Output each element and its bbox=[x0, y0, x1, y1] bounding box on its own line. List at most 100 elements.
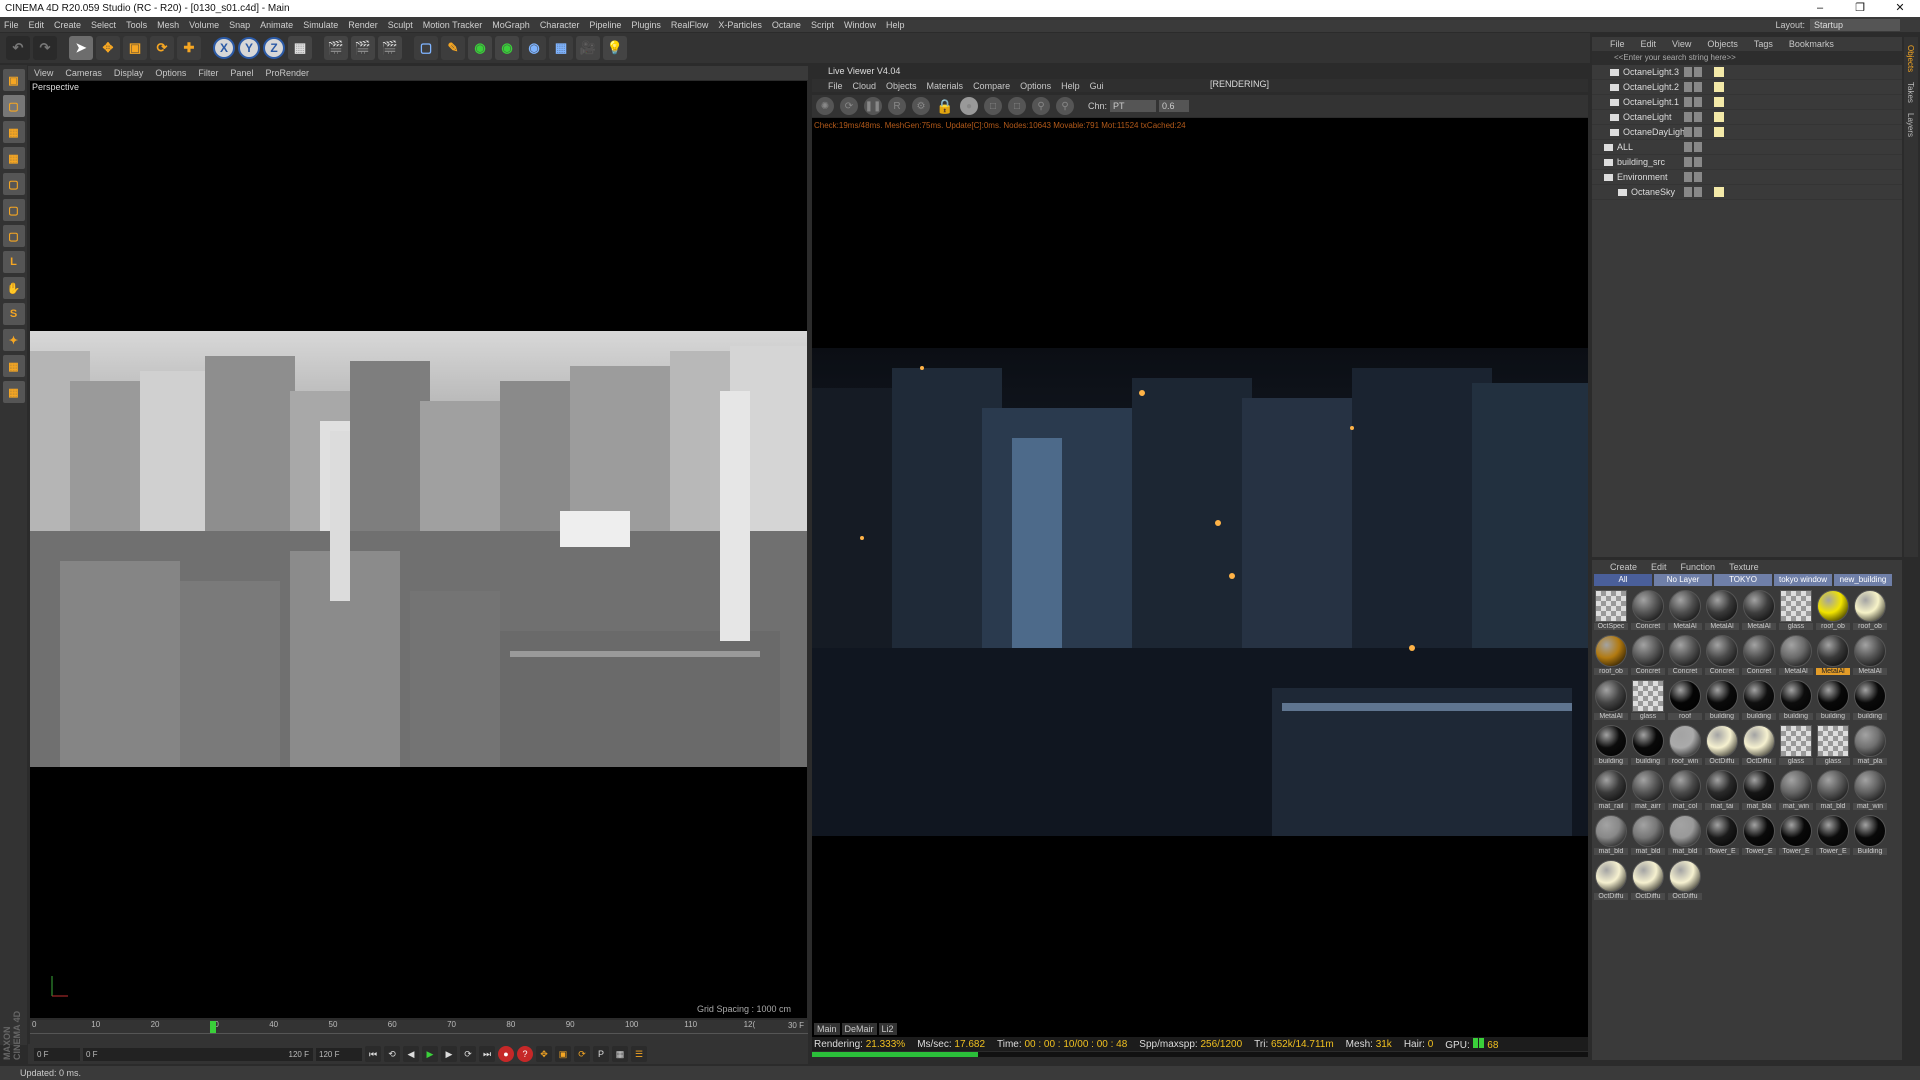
start-frame-field[interactable]: 0 F bbox=[34, 1047, 80, 1061]
viewport-menu-view[interactable]: View bbox=[34, 68, 53, 78]
autokey-icon[interactable]: ? bbox=[517, 1046, 533, 1062]
material-swatch[interactable]: mat_bld bbox=[1668, 815, 1702, 857]
material-swatch[interactable]: roof_win bbox=[1668, 725, 1702, 767]
lv-menu-compare[interactable]: Compare bbox=[973, 81, 1010, 91]
material-swatch[interactable]: mat_pla bbox=[1853, 725, 1887, 767]
side-tab-objects[interactable]: Objects bbox=[1904, 43, 1917, 74]
object-row[interactable]: OctaneLight bbox=[1592, 110, 1902, 125]
x-axis-lock-icon[interactable]: X bbox=[213, 37, 235, 59]
material-swatch[interactable]: mat_bla bbox=[1742, 770, 1776, 812]
object-row[interactable]: OctaneLight.2 bbox=[1592, 80, 1902, 95]
material-swatch[interactable]: glass bbox=[1779, 725, 1813, 767]
material-swatch[interactable]: mat_win bbox=[1853, 770, 1887, 812]
material-swatch[interactable]: MetalAl bbox=[1594, 680, 1628, 722]
material-swatch[interactable]: glass bbox=[1816, 725, 1850, 767]
material-swatch[interactable]: Tower_E bbox=[1779, 815, 1813, 857]
lock-workplane-icon[interactable]: ▦ bbox=[2, 355, 25, 377]
object-visibility-flags[interactable] bbox=[1684, 97, 1702, 107]
menu-edit[interactable]: Edit bbox=[29, 20, 45, 30]
material-swatch[interactable]: mat_col bbox=[1668, 770, 1702, 812]
material-swatch[interactable]: MetalAl bbox=[1816, 635, 1850, 677]
material-swatch[interactable]: MetalAl bbox=[1668, 590, 1702, 632]
sphere-preview-icon[interactable]: ● bbox=[960, 97, 978, 115]
viewport-menu-cameras[interactable]: Cameras bbox=[65, 68, 102, 78]
material-swatch[interactable]: mat_tai bbox=[1705, 770, 1739, 812]
film-region-icon[interactable]: □ bbox=[1008, 97, 1026, 115]
menu-simulate[interactable]: Simulate bbox=[303, 20, 338, 30]
object-row[interactable]: OctaneLight.1 bbox=[1592, 95, 1902, 110]
object-tag-icon[interactable] bbox=[1714, 112, 1724, 122]
play-icon[interactable]: ▶ bbox=[422, 1046, 438, 1062]
material-swatch[interactable]: OctDiffu bbox=[1705, 725, 1739, 767]
material-swatch[interactable]: building bbox=[1853, 680, 1887, 722]
menu-create[interactable]: Create bbox=[54, 20, 81, 30]
menu-help[interactable]: Help bbox=[886, 20, 905, 30]
om-menu-edit[interactable]: Edit bbox=[1641, 39, 1657, 49]
end-frame-field[interactable]: 120 F bbox=[316, 1047, 362, 1061]
scale-tool-icon[interactable]: ▣ bbox=[123, 36, 147, 60]
material-swatch[interactable]: OctDiffu bbox=[1594, 860, 1628, 902]
mm-tab-tokyo-window[interactable]: tokyo window bbox=[1774, 574, 1832, 586]
material-swatch[interactable]: Tower_E bbox=[1705, 815, 1739, 857]
render-settings-icon[interactable]: 🎬 bbox=[378, 36, 402, 60]
material-swatch[interactable]: MetalAl bbox=[1742, 590, 1776, 632]
menu-snap[interactable]: Snap bbox=[229, 20, 250, 30]
viewport-menu-panel[interactable]: Panel bbox=[230, 68, 253, 78]
material-swatch[interactable]: Building bbox=[1853, 815, 1887, 857]
go-to-end-icon[interactable]: ⏭ bbox=[479, 1046, 495, 1062]
object-row[interactable]: Environment bbox=[1592, 170, 1902, 185]
next-key-icon[interactable]: ⟳ bbox=[460, 1046, 476, 1062]
object-visibility-flags[interactable] bbox=[1684, 112, 1702, 122]
subdivision-surface-icon[interactable]: ◉ bbox=[468, 36, 492, 60]
next-frame-icon[interactable]: ▶ bbox=[441, 1046, 457, 1062]
timeline-ruler[interactable]: 010203040506070809010011012( 30 F bbox=[30, 1020, 808, 1044]
material-swatch[interactable]: Concret bbox=[1631, 635, 1665, 677]
render-view-icon[interactable]: 🎬 bbox=[324, 36, 348, 60]
close-button[interactable]: ✕ bbox=[1880, 0, 1920, 17]
menu-file[interactable]: File bbox=[4, 20, 19, 30]
send-scene-icon[interactable]: ✺ bbox=[816, 97, 834, 115]
texture-mode-icon[interactable]: ▦ bbox=[2, 121, 25, 143]
layout-dropdown[interactable]: Startup bbox=[1810, 18, 1900, 31]
material-swatch[interactable]: OctDiffu bbox=[1742, 725, 1776, 767]
mm-tab-new-building[interactable]: new_building bbox=[1834, 574, 1892, 586]
record-keys-icon[interactable]: ● bbox=[498, 1046, 514, 1062]
material-swatch[interactable]: mat_rail bbox=[1594, 770, 1628, 812]
point-level-animation-icon[interactable]: ▦ bbox=[612, 1046, 628, 1062]
mm-menu-edit[interactable]: Edit bbox=[1651, 562, 1667, 572]
material-swatch[interactable]: building bbox=[1631, 725, 1665, 767]
mm-menu-texture[interactable]: Texture bbox=[1729, 562, 1759, 572]
material-swatch[interactable]: building bbox=[1594, 725, 1628, 767]
select-arrow-icon[interactable]: ➤ bbox=[69, 36, 93, 60]
live-viewer-render-area[interactable]: Check:19ms/48ms. MeshGen:75ms. Update[C]… bbox=[812, 118, 1588, 1038]
lv-menu-file[interactable]: File bbox=[828, 81, 843, 91]
points-mode-icon[interactable]: ▢ bbox=[2, 173, 25, 195]
object-visibility-flags[interactable] bbox=[1684, 172, 1702, 182]
pause-icon[interactable]: ❚❚ bbox=[864, 97, 882, 115]
object-visibility-flags[interactable] bbox=[1684, 127, 1702, 137]
move-tool-icon[interactable]: ✥ bbox=[96, 36, 120, 60]
material-swatch[interactable]: building bbox=[1779, 680, 1813, 722]
timeline-playhead[interactable] bbox=[209, 1021, 216, 1033]
frame-range-slider[interactable]: 0 F 120 F bbox=[83, 1047, 313, 1061]
go-to-start-icon[interactable]: ⏮ bbox=[365, 1046, 381, 1062]
object-visibility-flags[interactable] bbox=[1684, 157, 1702, 167]
menu-sculpt[interactable]: Sculpt bbox=[388, 20, 413, 30]
rotation-key-icon[interactable]: ⟳ bbox=[574, 1046, 590, 1062]
cube-primitive-icon[interactable]: ▢ bbox=[414, 36, 438, 60]
material-swatch[interactable]: roof bbox=[1668, 680, 1702, 722]
pick-focus-icon[interactable]: ⚲ bbox=[1032, 97, 1050, 115]
rotate-tool-icon[interactable]: ⟳ bbox=[150, 36, 174, 60]
mm-tab-no-layer[interactable]: No Layer bbox=[1654, 574, 1712, 586]
material-swatch[interactable]: mat_bld bbox=[1594, 815, 1628, 857]
perspective-viewport[interactable]: Perspective Grid Spacing: 1000 cm bbox=[30, 81, 807, 1018]
material-swatch[interactable]: Concret bbox=[1668, 635, 1702, 677]
material-swatch[interactable]: mat_airr bbox=[1631, 770, 1665, 812]
material-swatch[interactable]: Tower_E bbox=[1742, 815, 1776, 857]
channel-dropdown[interactable]: PT bbox=[1110, 100, 1157, 112]
channel-value-field[interactable]: 0.6 bbox=[1159, 100, 1190, 112]
previous-frame-icon[interactable]: ◀ bbox=[403, 1046, 419, 1062]
brush-icon[interactable]: ✦ bbox=[2, 329, 25, 351]
menu-mograph[interactable]: MoGraph bbox=[492, 20, 530, 30]
object-visibility-flags[interactable] bbox=[1684, 187, 1702, 197]
